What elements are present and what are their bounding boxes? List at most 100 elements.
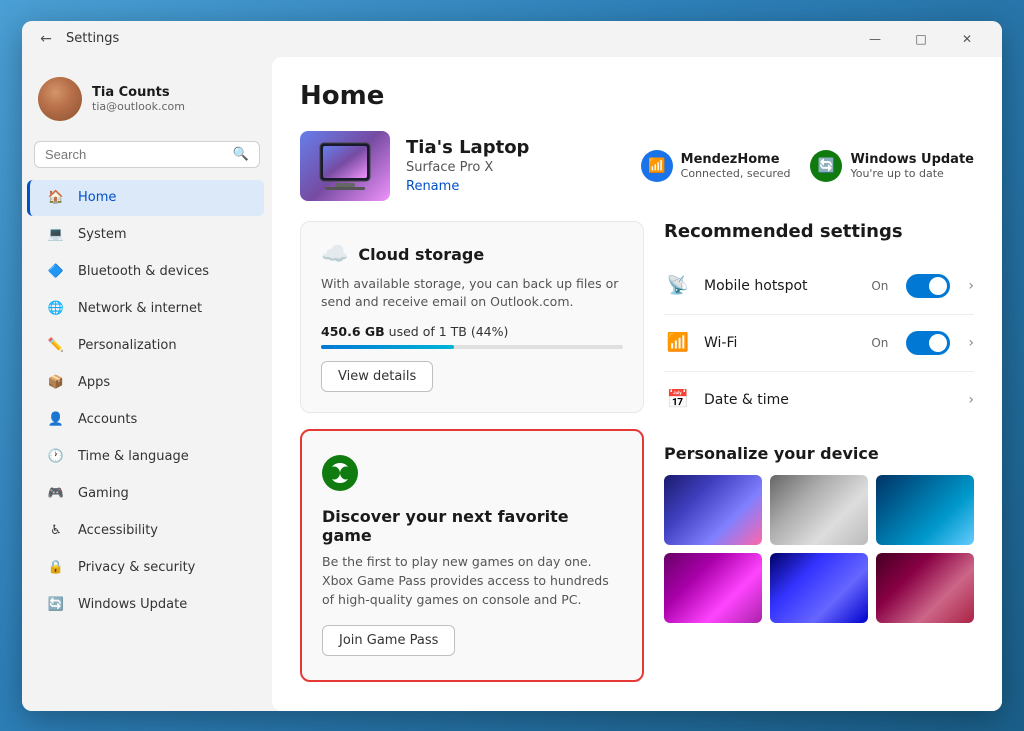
main-area: Home <box>272 57 1002 711</box>
avatar <box>38 77 82 121</box>
sidebar-label-system: System <box>78 227 126 242</box>
sidebar-label-apps: Apps <box>78 375 110 390</box>
home-icon: 🏠 <box>46 188 66 208</box>
sidebar-item-personalization[interactable]: ✏️ Personalization <box>30 328 264 364</box>
network-icon: 🌐 <box>46 299 66 319</box>
sidebar-label-accounts: Accounts <box>78 412 137 427</box>
sidebar-item-apps[interactable]: 📦 Apps <box>30 365 264 401</box>
network-status-icon: 📶 <box>641 150 673 182</box>
sidebar-label-time: Time & language <box>78 449 189 464</box>
wallpaper-4[interactable] <box>664 553 762 623</box>
left-column: ☁️ Cloud storage With available storage,… <box>300 221 644 683</box>
update-status-icon: 🔄 <box>810 150 842 182</box>
page-title: Home <box>300 81 974 111</box>
device-rename-link[interactable]: Rename <box>406 179 625 194</box>
join-game-pass-button[interactable]: Join Game Pass <box>322 625 455 656</box>
datetime-icon: 📅 <box>664 386 692 414</box>
settings-window: ← Settings — □ ✕ Tia Counts tia@outlook.… <box>22 21 1002 711</box>
recommended-title: Recommended settings <box>664 221 974 242</box>
apps-icon: 📦 <box>46 373 66 393</box>
storage-label: 450.6 GB used of 1 TB (44%) <box>321 324 623 339</box>
minimize-button[interactable]: — <box>852 21 898 57</box>
device-model: Surface Pro X <box>406 160 625 175</box>
window-controls: — □ ✕ <box>852 21 990 57</box>
update-label: Windows Update <box>850 152 974 167</box>
windows-update-icon: 🔄 <box>46 595 66 615</box>
hotspot-status: On <box>871 279 888 293</box>
wallpaper-3[interactable] <box>876 475 974 545</box>
personalization-icon: ✏️ <box>46 336 66 356</box>
xbox-title: Discover your next favorite game <box>322 507 622 545</box>
sidebar-label-privacy: Privacy & security <box>78 560 195 575</box>
update-status[interactable]: 🔄 Windows Update You're up to date <box>810 150 974 182</box>
bluetooth-icon: 🔷 <box>46 262 66 282</box>
cloud-title: Cloud storage <box>358 245 484 264</box>
xbox-icon <box>322 455 622 507</box>
storage-detail: used of 1 TB (44%) <box>389 324 509 339</box>
accounts-icon: 👤 <box>46 410 66 430</box>
time-icon: 🕐 <box>46 447 66 467</box>
window-title: Settings <box>66 31 852 46</box>
personalize-title: Personalize your device <box>664 444 974 463</box>
sidebar-label-accessibility: Accessibility <box>78 523 158 538</box>
update-sub: You're up to date <box>850 167 974 180</box>
wifi-label: Wi-Fi <box>704 335 859 351</box>
sidebar-item-privacy[interactable]: 🔒 Privacy & security <box>30 550 264 586</box>
wallpaper-grid <box>664 475 974 623</box>
rec-item-hotspot[interactable]: 📡 Mobile hotspot On › <box>664 258 974 315</box>
sidebar-label-gaming: Gaming <box>78 486 129 501</box>
storage-bar-fill <box>321 345 454 349</box>
network-status[interactable]: 📶 MendezHome Connected, secured <box>641 150 791 182</box>
sidebar-item-gaming[interactable]: 🎮 Gaming <box>30 476 264 512</box>
hotspot-icon: 📡 <box>664 272 692 300</box>
storage-percent: 44% <box>476 324 504 339</box>
wifi-icon: 📶 <box>664 329 692 357</box>
back-button[interactable]: ← <box>34 27 58 51</box>
search-box[interactable]: 🔍 <box>34 141 260 168</box>
hotspot-toggle[interactable] <box>906 274 950 298</box>
wallpaper-5[interactable] <box>770 553 868 623</box>
wifi-toggle[interactable] <box>906 331 950 355</box>
sidebar-item-windows-update[interactable]: 🔄 Windows Update <box>30 587 264 623</box>
personalize-section: Personalize your device <box>664 444 974 623</box>
close-button[interactable]: ✕ <box>944 21 990 57</box>
sidebar-item-bluetooth[interactable]: 🔷 Bluetooth & devices <box>30 254 264 290</box>
user-name: Tia Counts <box>92 85 256 100</box>
cloud-icon: ☁️ <box>321 242 348 267</box>
sidebar-item-accounts[interactable]: 👤 Accounts <box>30 402 264 438</box>
sidebar-item-accessibility[interactable]: ♿ Accessibility <box>30 513 264 549</box>
view-details-button[interactable]: View details <box>321 361 433 392</box>
rec-item-datetime[interactable]: 📅 Date & time › <box>664 372 974 428</box>
storage-total: 1 TB <box>439 324 467 339</box>
recommended-settings-section: Recommended settings 📡 Mobile hotspot On… <box>664 221 974 428</box>
wallpaper-6[interactable] <box>876 553 974 623</box>
sidebar-item-system[interactable]: 💻 System <box>30 217 264 253</box>
user-profile[interactable]: Tia Counts tia@outlook.com <box>22 65 272 133</box>
storage-bar-wrap: 450.6 GB used of 1 TB (44%) <box>321 324 623 349</box>
wallpaper-1[interactable] <box>664 475 762 545</box>
sidebar-label-personalization: Personalization <box>78 338 177 353</box>
cloud-storage-card: ☁️ Cloud storage With available storage,… <box>300 221 644 414</box>
accessibility-icon: ♿ <box>46 521 66 541</box>
storage-used: 450.6 GB <box>321 324 385 339</box>
xbox-card: Discover your next favorite game Be the … <box>300 429 644 682</box>
device-section: Tia's Laptop Surface Pro X Rename 📶 Mend… <box>300 131 974 201</box>
user-info: Tia Counts tia@outlook.com <box>92 85 256 113</box>
main-content: Tia Counts tia@outlook.com 🔍 🏠 Home 💻 Sy… <box>22 57 1002 711</box>
xbox-description: Be the first to play new games on day on… <box>322 553 622 609</box>
sidebar-item-home[interactable]: 🏠 Home <box>27 180 264 216</box>
right-column: Recommended settings 📡 Mobile hotspot On… <box>664 221 974 683</box>
rec-item-wifi[interactable]: 📶 Wi-Fi On › <box>664 315 974 372</box>
hotspot-chevron: › <box>968 278 974 294</box>
user-email: tia@outlook.com <box>92 100 256 113</box>
maximize-button[interactable]: □ <box>898 21 944 57</box>
sidebar-item-network[interactable]: 🌐 Network & internet <box>30 291 264 327</box>
title-bar: ← Settings — □ ✕ <box>22 21 1002 57</box>
wallpaper-2[interactable] <box>770 475 868 545</box>
cloud-description: With available storage, you can back up … <box>321 275 623 313</box>
cloud-header: ☁️ Cloud storage <box>321 242 623 267</box>
search-icon: 🔍 <box>233 147 249 162</box>
search-input[interactable] <box>45 147 233 162</box>
device-info: Tia's Laptop Surface Pro X Rename <box>406 137 625 194</box>
sidebar-item-time[interactable]: 🕐 Time & language <box>30 439 264 475</box>
